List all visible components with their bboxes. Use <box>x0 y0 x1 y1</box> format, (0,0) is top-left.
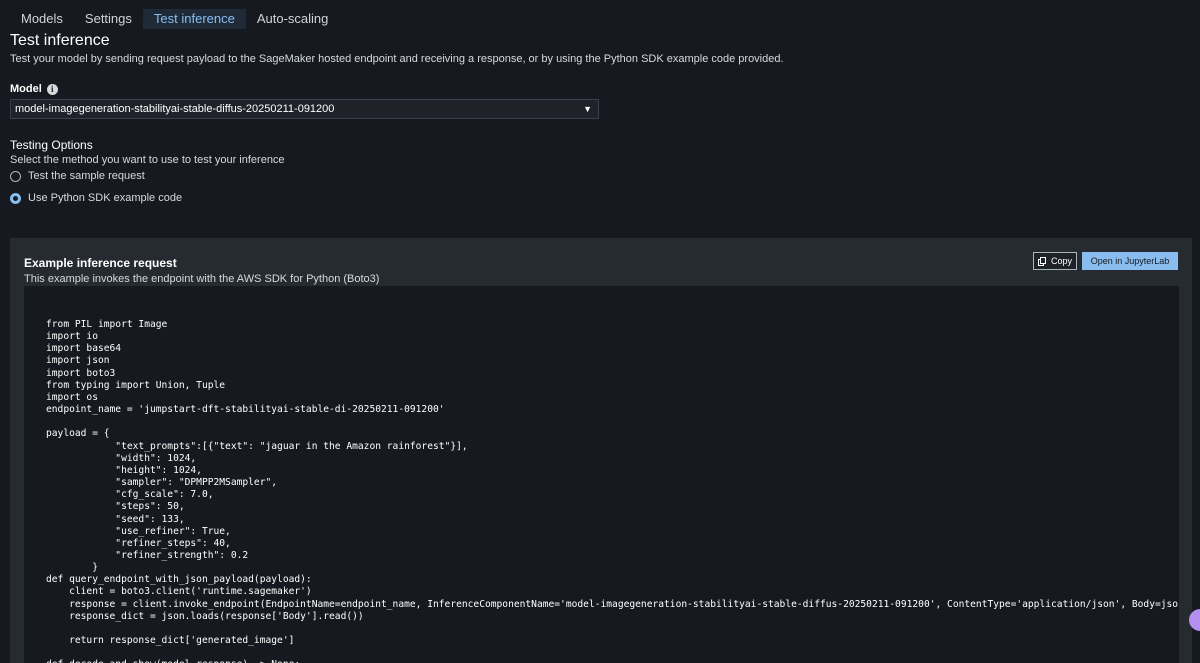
radio-option-python-sdk[interactable]: Use Python SDK example code <box>10 192 182 204</box>
caret-down-icon: ▼ <box>583 104 592 114</box>
model-label: Model <box>10 83 42 95</box>
copy-button[interactable]: Copy <box>1033 252 1077 270</box>
model-select-value: model-imagegeneration-stabilityai-stable… <box>15 103 335 115</box>
testing-options-description: Select the method you want to use to tes… <box>10 154 285 166</box>
tab-test-inference[interactable]: Test inference <box>142 9 246 29</box>
info-icon[interactable]: i <box>46 83 58 95</box>
tab-settings[interactable]: Settings <box>74 9 143 29</box>
tab-bar: Models Settings Test inference Auto-scal… <box>10 9 339 29</box>
example-subtitle: This example invokes the endpoint with t… <box>24 273 380 285</box>
example-panel: Example inference request This example i… <box>10 238 1192 663</box>
open-in-jupyterlab-button[interactable]: Open in JupyterLab <box>1082 252 1178 270</box>
model-label-row: Model i <box>10 83 58 95</box>
page-title: Test inference <box>10 32 110 49</box>
copy-icon <box>1037 256 1046 266</box>
radio-label: Use Python SDK example code <box>28 192 183 204</box>
testing-options-title: Testing Options <box>10 138 93 152</box>
radio-checked-icon[interactable] <box>10 192 21 204</box>
code-text: from PIL import Image import io import b… <box>46 319 1179 663</box>
radio-unchecked-icon[interactable] <box>10 170 21 182</box>
copy-label: Copy <box>1050 256 1072 266</box>
tab-auto-scaling[interactable]: Auto-scaling <box>246 9 340 29</box>
example-title: Example inference request <box>24 256 177 270</box>
model-select[interactable]: model-imagegeneration-stabilityai-stable… <box>10 99 599 119</box>
tab-models[interactable]: Models <box>10 9 74 29</box>
radio-option-sample-request[interactable]: Test the sample request <box>10 170 145 182</box>
page-subtitle: Test your model by sending request paylo… <box>10 53 784 65</box>
code-block[interactable]: from PIL import Image import io import b… <box>24 286 1179 663</box>
radio-label: Test the sample request <box>28 170 145 182</box>
